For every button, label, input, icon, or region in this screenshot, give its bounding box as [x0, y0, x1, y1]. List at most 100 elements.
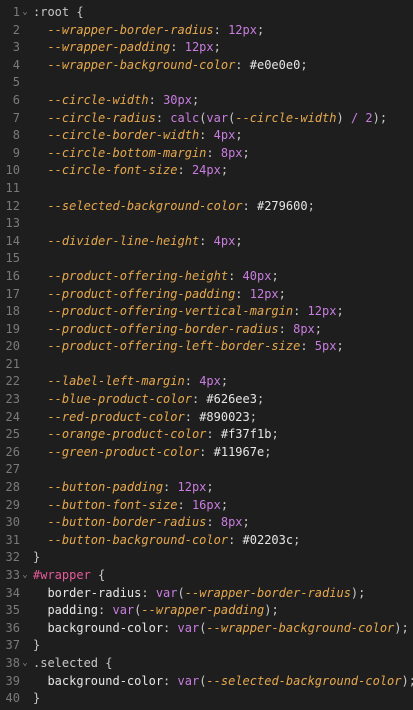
code-line[interactable]: 29 --button-font-size: 16px;: [0, 497, 413, 515]
code-token: (: [177, 585, 185, 600]
code-line[interactable]: 20 --product-offering-left-border-size: …: [0, 338, 413, 356]
code-line[interactable]: 36 background-color: var(--wrapper-backg…: [0, 620, 413, 638]
code-line[interactable]: 5: [0, 74, 413, 92]
code-token: ;: [271, 268, 279, 283]
code-token: );: [264, 603, 279, 618]
code-line[interactable]: 31 --button-background-color: #02203c;: [0, 532, 413, 550]
code-token: ;: [278, 286, 286, 301]
code-token: --circle-width: [47, 92, 149, 107]
code-text: background-color: var(--wrapper-backgrou…: [33, 620, 408, 638]
code-token: #626ee3: [206, 392, 257, 407]
code-line[interactable]: 6 --circle-width: 30px;: [0, 92, 413, 110]
code-token: :: [177, 163, 192, 178]
code-line[interactable]: 19 --product-offering-border-radius: 8px…: [0, 321, 413, 339]
code-line[interactable]: 1 ⌄:root {: [0, 4, 413, 22]
code-line[interactable]: 15: [0, 250, 413, 268]
code-text: --wrapper-border-radius: 12px;: [33, 22, 264, 40]
code-line[interactable]: 2 --wrapper-border-radius: 12px;: [0, 22, 413, 40]
code-token: 12px: [307, 304, 337, 319]
code-line[interactable]: 18 --product-offering-vertical-margin: 1…: [0, 303, 413, 321]
code-line[interactable]: 12 --selected-background-color: #279600;: [0, 198, 413, 216]
code-line[interactable]: 39 background-color: var(--selected-back…: [0, 673, 413, 691]
code-token: --button-font-size: [47, 497, 178, 512]
line-number: 8: [12, 128, 20, 143]
line-number: 37: [5, 638, 20, 653]
line-number: 38: [5, 655, 20, 670]
code-line[interactable]: 21: [0, 356, 413, 374]
line-number: 32: [5, 550, 20, 565]
code-token: #f37f1b: [220, 427, 272, 442]
code-token: --blue-product-color: [47, 392, 192, 407]
code-line[interactable]: 4 --wrapper-background-color: #e0e0e0;: [0, 57, 413, 75]
code-token: --divider-line-height: [47, 233, 200, 248]
code-token: }: [33, 550, 41, 565]
code-line[interactable]: 27: [0, 461, 413, 479]
line-number: 12: [5, 198, 20, 213]
code-editor[interactable]: 1 ⌄:root {2 --wrapper-border-radius: 12px…: [0, 4, 413, 708]
code-line[interactable]: 37}: [0, 637, 413, 655]
code-line[interactable]: 11: [0, 180, 413, 198]
code-token: );: [372, 110, 388, 125]
code-line[interactable]: 3 --wrapper-padding: 12px;: [0, 39, 413, 57]
code-line[interactable]: 30 --button-border-radius: 8px;: [0, 514, 413, 532]
code-token: );: [350, 585, 366, 600]
code-line[interactable]: 7 --circle-radius: calc(var(--circle-wid…: [0, 110, 413, 128]
code-text: #wrapper {: [33, 567, 105, 585]
code-line[interactable]: 23 --blue-product-color: #626ee3;: [0, 391, 413, 409]
code-token: 24px: [191, 163, 221, 178]
code-line[interactable]: 32}: [0, 549, 413, 567]
code-line[interactable]: 9 --circle-bottom-margin: 8px;: [0, 145, 413, 163]
code-line[interactable]: 33 ⌄ #wrapper {: [0, 567, 413, 585]
code-line[interactable]: 16 --product-offering-height: 40px;: [0, 268, 413, 286]
fold-chevron-icon[interactable]: ⌄: [20, 4, 30, 22]
code-token: :: [163, 480, 178, 495]
code-line[interactable]: 10 --circle-font-size: 24px;: [0, 162, 413, 180]
line-number: 16: [5, 268, 20, 283]
code-token: :root: [33, 5, 70, 19]
code-token: :: [177, 497, 192, 512]
code-line[interactable]: 38 ⌄ .selected {: [0, 655, 413, 673]
code-token: background-color: [47, 673, 164, 688]
code-token: --red-product-color: [47, 409, 185, 424]
fold-chevron-icon[interactable]: ⌄: [20, 567, 30, 585]
code-text: --label-left-margin: 4px;: [33, 373, 228, 391]
code-line[interactable]: 14 --divider-line-height: 4px;: [0, 233, 413, 251]
code-token: ;: [293, 532, 301, 547]
code-line[interactable]: 28 --button-padding: 12px;: [0, 479, 413, 497]
code-line[interactable]: 25 --orange-product-color: #f37f1b;: [0, 426, 413, 444]
code-token: ;: [271, 427, 279, 442]
code-token: ;: [242, 145, 250, 160]
code-line[interactable]: 24 --red-product-color: #890023;: [0, 409, 413, 427]
code-token: {: [90, 568, 106, 582]
code-line[interactable]: 40}: [0, 690, 413, 708]
code-line[interactable]: 26 --green-product-color: #11967e;: [0, 444, 413, 462]
line-number: 20: [5, 339, 20, 354]
code-line[interactable]: 13: [0, 215, 413, 233]
code-token: var: [155, 585, 178, 600]
code-line[interactable]: 34 border-radius: var(--wrapper-border-r…: [0, 585, 413, 603]
code-text: background-color: var(--selected-backgro…: [33, 673, 413, 691]
code-token: :: [278, 321, 294, 336]
code-line[interactable]: 22 --label-left-margin: 4px;: [0, 373, 413, 391]
code-line[interactable]: 35 padding: var(--wrapper-padding);: [0, 602, 413, 620]
code-token: :: [235, 57, 250, 72]
code-line[interactable]: 17 --product-offering-padding: 12px;: [0, 286, 413, 304]
line-number: 1: [12, 5, 20, 19]
line-number: 36: [5, 620, 20, 635]
code-token: --circle-radius: [47, 110, 156, 125]
code-token: ;: [264, 444, 272, 459]
line-number: 13: [5, 216, 20, 231]
fold-chevron-icon[interactable]: ⌄: [20, 655, 30, 673]
code-token: --circle-font-size: [47, 163, 178, 178]
code-token: );: [401, 673, 413, 688]
code-line[interactable]: 8 --circle-border-width: 4px;: [0, 127, 413, 145]
line-number: 29: [5, 497, 20, 512]
